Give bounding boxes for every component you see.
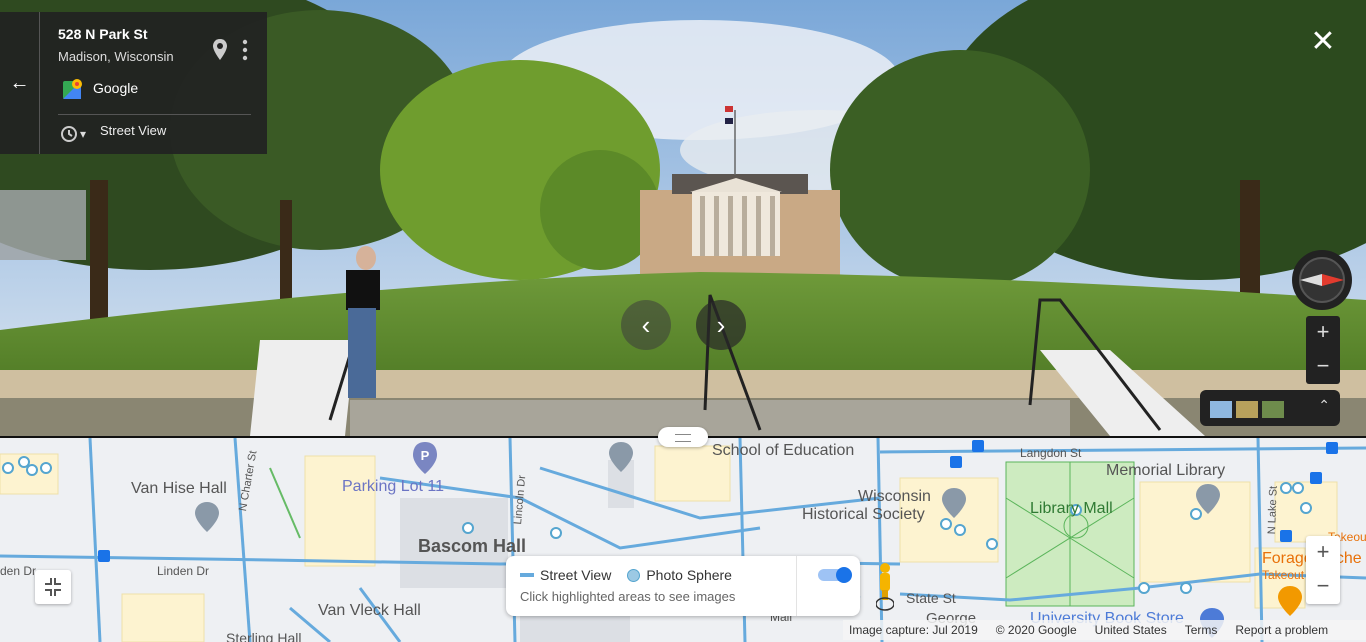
pano-zoom-out-button[interactable]: − <box>1306 350 1340 384</box>
pegman-icon[interactable] <box>876 562 894 612</box>
legend-row: Street View Photo Sphere <box>520 567 732 583</box>
pano-zoom-control: + − <box>1306 316 1340 384</box>
expand-thumbnails-button[interactable]: ⌃ <box>1318 397 1330 414</box>
address-title: 528 N Park St <box>58 26 148 42</box>
map-label-van-vleck-hall: Van Vleck Hall <box>318 602 421 619</box>
photo-sphere-dot-icon <box>627 568 641 582</box>
street-view-legend: Street View Photo Sphere Click highlight… <box>506 556 860 616</box>
university-pin-icon <box>195 502 219 532</box>
map-label-library-mall: Library Mall <box>1030 500 1113 517</box>
map-label-school-of-education: School of Education <box>712 442 855 459</box>
coverage-toggle[interactable] <box>816 566 854 584</box>
map-label-sterling-hall: Sterling Hall <box>226 630 302 642</box>
compass-control[interactable] <box>1292 250 1352 310</box>
address-city: Madison, Wisconsin <box>58 49 174 64</box>
close-button[interactable]: ✕ <box>1308 25 1338 58</box>
street-view-line-icon <box>520 573 534 577</box>
more-vert-icon[interactable] <box>240 38 250 62</box>
card-divider <box>58 114 251 115</box>
map-label-van-hise-hall: Van Hise Hall <box>131 480 227 497</box>
provider-name: Google <box>93 80 139 96</box>
map-label-linden-dr: Linden Dr <box>157 564 210 578</box>
history-dropdown[interactable]: ▾ <box>58 124 86 144</box>
compass-icon <box>1299 257 1345 303</box>
chevron-left-icon: ‹ <box>641 309 651 340</box>
report-problem-link[interactable]: Report a problem <box>1235 623 1328 637</box>
location-card: ← 528 N Park St Madison, Wisconsin Googl… <box>0 12 267 154</box>
street-view-label: Street View <box>100 123 167 138</box>
google-maps-icon <box>63 79 82 99</box>
photo-thumbnail-strip: ⌃ <box>1200 390 1340 426</box>
copyright: © 2020 Google <box>995 623 1077 637</box>
map-label-langdon-st: Langdon St <box>1020 446 1082 460</box>
map-label-memorial-library: Memorial Library <box>1106 462 1226 479</box>
map-label-linden-dr-left: den Dr <box>0 564 37 578</box>
map-zoom-in-button[interactable]: + <box>1306 536 1340 570</box>
history-icon <box>61 126 77 142</box>
map-pin-icon[interactable] <box>212 38 228 62</box>
map-label-parking-lot-11: Parking Lot 11 <box>342 478 444 495</box>
legend-street-view: Street View <box>540 567 612 583</box>
map-label-wisconsin: Wisconsin <box>858 488 931 505</box>
map-label-n-lake-st: N Lake St <box>1266 485 1280 535</box>
chevron-right-icon: › <box>716 309 726 340</box>
thumbnail-trees[interactable] <box>1262 401 1284 418</box>
country-link[interactable]: United States <box>1095 623 1167 637</box>
map-label-bascom-hall: Bascom Hall <box>418 536 527 556</box>
minimize-icon <box>45 578 61 596</box>
back-button[interactable]: ← <box>0 12 40 154</box>
drag-handle-icon <box>675 434 691 442</box>
close-icon: ✕ <box>1310 25 1336 58</box>
image-capture-date: Image capture: Jul 2019 <box>849 623 978 637</box>
street-view-panorama[interactable]: ← 528 N Park St Madison, Wisconsin Googl… <box>0 0 1366 436</box>
collapse-map-button[interactable] <box>35 570 71 604</box>
pano-zoom-in-button[interactable]: + <box>1306 316 1340 350</box>
legend-hint: Click highlighted areas to see images <box>520 589 736 604</box>
legend-photo-sphere: Photo Sphere <box>646 567 732 583</box>
pano-prev-button[interactable]: ‹ <box>621 300 671 350</box>
resize-handle[interactable] <box>658 427 708 447</box>
map-zoom-out-button[interactable]: − <box>1306 570 1340 604</box>
arrow-left-icon: ← <box>9 71 30 94</box>
terms-link[interactable]: Terms <box>1185 623 1218 637</box>
caret-down-icon: ▾ <box>80 127 87 141</box>
legend-divider <box>796 556 797 616</box>
svg-text:P: P <box>421 448 430 463</box>
map-footer: Image capture: Jul 2019 © 2020 Google Un… <box>843 620 1366 640</box>
map-label-state-st: State St <box>906 590 956 606</box>
map-zoom-control: + − <box>1306 536 1340 604</box>
thumbnail-sky[interactable] <box>1210 401 1232 418</box>
double-chevron-up-icon: ⌃ <box>1318 397 1330 413</box>
map-label-historical-society: Historical Society <box>802 506 925 523</box>
thumbnail-building[interactable] <box>1236 401 1258 418</box>
pano-next-button[interactable]: › <box>696 300 746 350</box>
